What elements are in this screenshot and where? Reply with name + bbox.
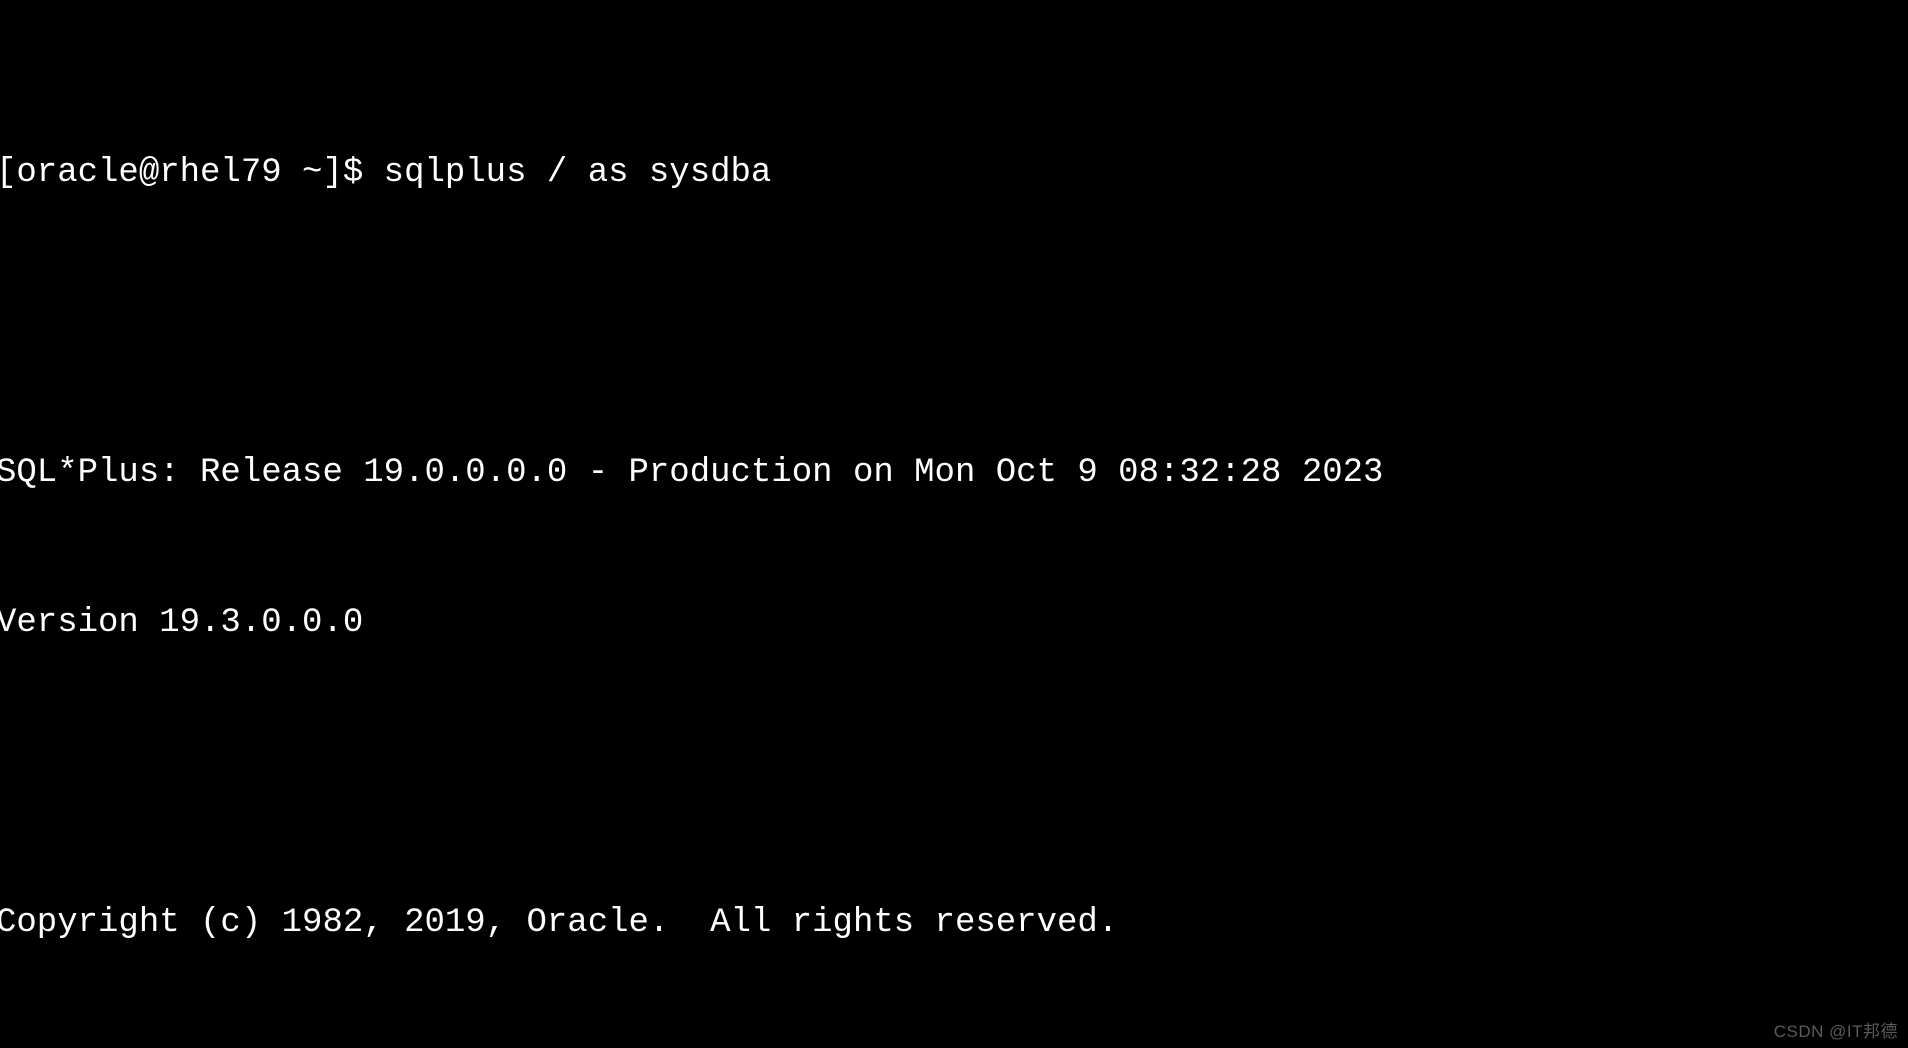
sqlplus-banner-release-line: SQL*Plus: Release 19.0.0.0.0 - Productio… [0,454,1384,492]
sqlplus-banner-version-line: Version 19.3.0.0.0 [0,604,364,642]
terminal-screen[interactable]: [oracle@rhel79 ~]$ sqlplus / as sysdba S… [0,0,1908,1048]
terminal-window[interactable]: [oracle@rhel79 ~]$ sqlplus / as sysdba S… [0,0,1908,1048]
watermark-label: CSDN @IT邦德 [1773,1022,1898,1041]
copyright-line: Copyright (c) 1982, 2019, Oracle. All ri… [0,904,1119,942]
shell-command-line: [oracle@rhel79 ~]$ sqlplus / as sysdba [0,154,772,192]
